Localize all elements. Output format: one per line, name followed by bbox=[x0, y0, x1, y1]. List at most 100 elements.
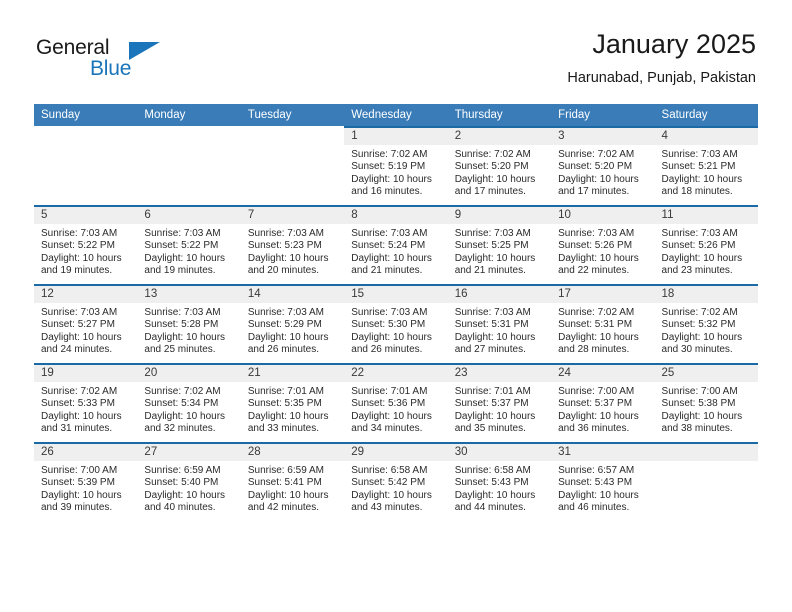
calendar-day-number: 23 bbox=[447, 365, 552, 382]
daylight-text-line1: Daylight: 10 hours bbox=[144, 410, 226, 422]
calendar-day-cell-empty bbox=[654, 442, 758, 521]
calendar-day-cell[interactable]: 24 Sunrise: 7:00 AM Sunset: 5:37 PM Dayligh… bbox=[551, 363, 655, 442]
calendar-day-details: Sunrise: 7:01 AM Sunset: 5:37 PM Daylight:… bbox=[448, 382, 551, 435]
calendar-table: Sunday Monday Tuesday Wednesday Thursday… bbox=[34, 104, 758, 521]
calendar-day-number: 13 bbox=[137, 286, 241, 303]
sunrise-text: Sunrise: 7:01 AM bbox=[247, 386, 324, 397]
sunset-text: Sunset: 5:40 PM bbox=[144, 477, 219, 489]
sunset-text: Sunset: 5:30 PM bbox=[351, 319, 426, 331]
daylight-text-line1: Daylight: 10 hours bbox=[351, 252, 432, 264]
daylight-text-line2: and 36 minutes. bbox=[558, 422, 630, 434]
sunset-text: Sunset: 5:32 PM bbox=[661, 319, 736, 331]
calendar-cell: 16 Sunrise: 7:03 AM Sunset: 5:31 PM Dayligh… bbox=[447, 284, 552, 363]
calendar-day-number: 4 bbox=[654, 128, 758, 145]
sunrise-text: Sunrise: 7:02 AM bbox=[351, 149, 428, 160]
calendar-day-cell[interactable]: 1 Sunrise: 7:02 AM Sunset: 5:19 PM Daylight… bbox=[344, 126, 448, 205]
calendar-day-number: 3 bbox=[551, 128, 655, 145]
calendar-day-details: Sunrise: 7:03 AM Sunset: 5:25 PM Daylight:… bbox=[448, 224, 551, 277]
calendar-day-number: 6 bbox=[137, 207, 241, 224]
daylight-text-line2: and 20 minutes. bbox=[247, 264, 320, 276]
daylight-text-line1: Daylight: 10 hours bbox=[41, 252, 122, 264]
calendar-cell: 5 Sunrise: 7:03 AM Sunset: 5:22 PM Daylight… bbox=[34, 205, 138, 284]
daylight-text-line2: and 19 minutes. bbox=[41, 264, 113, 276]
calendar-day-cell[interactable]: 10 Sunrise: 7:03 AM Sunset: 5:26 PM Dayligh… bbox=[551, 205, 655, 284]
calendar-day-cell[interactable]: 11 Sunrise: 7:03 AM Sunset: 5:26 PM Dayligh… bbox=[654, 205, 758, 284]
calendar-day-details: Sunrise: 7:00 AM Sunset: 5:39 PM Daylight:… bbox=[34, 461, 137, 514]
calendar-day-details: Sunrise: 7:03 AM Sunset: 5:26 PM Daylight:… bbox=[655, 224, 758, 277]
daylight-text-line1: Daylight: 10 hours bbox=[454, 489, 536, 501]
sunset-text: Sunset: 5:37 PM bbox=[558, 398, 633, 410]
calendar-cell: 25 Sunrise: 7:00 AM Sunset: 5:38 PM Dayligh… bbox=[654, 363, 758, 442]
calendar-cell: 8 Sunrise: 7:03 AM Sunset: 5:24 PM Daylight… bbox=[344, 205, 448, 284]
calendar-cell: 6 Sunrise: 7:03 AM Sunset: 5:22 PM Daylight… bbox=[137, 205, 241, 284]
daylight-text-line1: Daylight: 10 hours bbox=[144, 331, 226, 343]
calendar-day-cell[interactable]: 22 Sunrise: 7:01 AM Sunset: 5:36 PM Dayligh… bbox=[344, 363, 448, 442]
calendar-day-cell[interactable]: 23 Sunrise: 7:01 AM Sunset: 5:37 PM Dayligh… bbox=[447, 363, 552, 442]
calendar-day-cell[interactable]: 26 Sunrise: 7:00 AM Sunset: 5:39 PM Dayligh… bbox=[34, 442, 138, 521]
calendar-cell: 29 Sunrise: 6:58 AM Sunset: 5:42 PM Dayligh… bbox=[344, 442, 448, 521]
calendar-day-cell[interactable]: 15 Sunrise: 7:03 AM Sunset: 5:30 PM Dayligh… bbox=[344, 284, 448, 363]
calendar-cell: 7 Sunrise: 7:03 AM Sunset: 5:23 PM Daylight… bbox=[240, 205, 345, 284]
daylight-text-line1: Daylight: 10 hours bbox=[558, 331, 639, 343]
calendar-day-cell[interactable]: 5 Sunrise: 7:03 AM Sunset: 5:22 PM Daylight… bbox=[34, 205, 138, 284]
daylight-text-line2: and 35 minutes. bbox=[454, 422, 526, 434]
sunset-text: Sunset: 5:27 PM bbox=[41, 319, 115, 331]
sunrise-text: Sunrise: 7:02 AM bbox=[558, 149, 635, 160]
calendar-day-cell[interactable]: 16 Sunrise: 7:03 AM Sunset: 5:31 PM Dayligh… bbox=[447, 284, 552, 363]
calendar-day-cell[interactable]: 13 Sunrise: 7:03 AM Sunset: 5:28 PM Dayligh… bbox=[137, 284, 241, 363]
calendar-day-cell[interactable]: 18 Sunrise: 7:02 AM Sunset: 5:32 PM Dayligh… bbox=[654, 284, 758, 363]
sunrise-text: Sunrise: 7:02 AM bbox=[558, 307, 635, 318]
weekday-header-wednesday: Wednesday bbox=[344, 104, 448, 126]
daylight-text-line2: and 24 minutes. bbox=[41, 343, 113, 355]
daylight-text-line1: Daylight: 10 hours bbox=[661, 173, 743, 185]
calendar-day-cell[interactable]: 21 Sunrise: 7:01 AM Sunset: 5:35 PM Dayligh… bbox=[240, 363, 345, 442]
calendar-day-cell[interactable]: 17 Sunrise: 7:02 AM Sunset: 5:31 PM Dayligh… bbox=[551, 284, 655, 363]
daylight-text-line2: and 18 minutes. bbox=[661, 185, 733, 197]
sunset-text: Sunset: 5:41 PM bbox=[247, 477, 322, 489]
calendar-day-details: Sunrise: 7:01 AM Sunset: 5:36 PM Daylight:… bbox=[344, 382, 447, 435]
calendar-cell: 31 Sunrise: 6:57 AM Sunset: 5:43 PM Dayligh… bbox=[551, 442, 655, 521]
calendar-day-cell[interactable]: 8 Sunrise: 7:03 AM Sunset: 5:24 PM Daylight… bbox=[344, 205, 448, 284]
calendar-day-number: 31 bbox=[551, 444, 655, 461]
calendar-day-number: 7 bbox=[240, 207, 345, 224]
sunset-text: Sunset: 5:38 PM bbox=[661, 398, 736, 410]
sunrise-text: Sunrise: 7:02 AM bbox=[661, 307, 738, 318]
calendar-day-cell[interactable]: 2 Sunrise: 7:02 AM Sunset: 5:20 PM Daylight… bbox=[447, 126, 552, 205]
calendar-day-cell[interactable]: 14 Sunrise: 7:03 AM Sunset: 5:29 PM Dayligh… bbox=[240, 284, 345, 363]
calendar-day-cell[interactable]: 20 Sunrise: 7:02 AM Sunset: 5:34 PM Dayligh… bbox=[137, 363, 241, 442]
calendar-day-details: Sunrise: 6:59 AM Sunset: 5:40 PM Daylight:… bbox=[137, 461, 240, 514]
triangle-icon bbox=[129, 42, 160, 60]
calendar-day-cell[interactable]: 4 Sunrise: 7:03 AM Sunset: 5:21 PM Daylight… bbox=[654, 126, 758, 205]
general-blue-logo[interactable]: General Blue bbox=[36, 36, 166, 86]
calendar-day-cell[interactable]: 25 Sunrise: 7:00 AM Sunset: 5:38 PM Dayligh… bbox=[654, 363, 758, 442]
daylight-text-line1: Daylight: 10 hours bbox=[661, 331, 743, 343]
calendar-day-cell[interactable]: 28 Sunrise: 6:59 AM Sunset: 5:41 PM Dayligh… bbox=[240, 442, 345, 521]
calendar-day-cell[interactable]: 9 Sunrise: 7:03 AM Sunset: 5:25 PM Daylight… bbox=[447, 205, 552, 284]
daylight-text-line2: and 42 minutes. bbox=[247, 501, 320, 513]
weekday-header-friday: Friday bbox=[551, 104, 655, 126]
calendar-day-details: Sunrise: 7:02 AM Sunset: 5:19 PM Daylight:… bbox=[344, 145, 447, 198]
calendar-day-cell[interactable]: 6 Sunrise: 7:03 AM Sunset: 5:22 PM Daylight… bbox=[137, 205, 241, 284]
calendar-day-cell[interactable]: 30 Sunrise: 6:58 AM Sunset: 5:43 PM Dayligh… bbox=[447, 442, 552, 521]
calendar-day-cell[interactable]: 3 Sunrise: 7:02 AM Sunset: 5:20 PM Daylight… bbox=[551, 126, 655, 205]
calendar-day-cell[interactable]: 19 Sunrise: 7:02 AM Sunset: 5:33 PM Dayligh… bbox=[34, 363, 138, 442]
calendar-cell: 28 Sunrise: 6:59 AM Sunset: 5:41 PM Dayligh… bbox=[240, 442, 345, 521]
calendar-day-cell[interactable]: 7 Sunrise: 7:03 AM Sunset: 5:23 PM Daylight… bbox=[240, 205, 345, 284]
calendar-day-details: Sunrise: 7:03 AM Sunset: 5:23 PM Daylight:… bbox=[241, 224, 344, 277]
daylight-text-line2: and 17 minutes. bbox=[454, 185, 526, 197]
calendar-day-cell[interactable]: 12 Sunrise: 7:03 AM Sunset: 5:27 PM Dayligh… bbox=[34, 284, 138, 363]
daylight-text-line1: Daylight: 10 hours bbox=[454, 410, 536, 422]
calendar-day-details: Sunrise: 6:59 AM Sunset: 5:41 PM Daylight:… bbox=[241, 461, 344, 514]
calendar-cell: 19 Sunrise: 7:02 AM Sunset: 5:33 PM Dayligh… bbox=[34, 363, 138, 442]
calendar-day-cell[interactable]: 29 Sunrise: 6:58 AM Sunset: 5:42 PM Dayligh… bbox=[344, 442, 448, 521]
calendar-day-cell[interactable]: 31 Sunrise: 6:57 AM Sunset: 5:43 PM Dayligh… bbox=[551, 442, 655, 521]
sunset-text: Sunset: 5:20 PM bbox=[558, 161, 633, 173]
calendar-day-details: Sunrise: 7:03 AM Sunset: 5:22 PM Daylight:… bbox=[137, 224, 240, 277]
calendar-cell: 26 Sunrise: 7:00 AM Sunset: 5:39 PM Dayligh… bbox=[34, 442, 138, 521]
calendar-day-cell[interactable]: 27 Sunrise: 6:59 AM Sunset: 5:40 PM Dayligh… bbox=[137, 442, 241, 521]
daylight-text-line2: and 38 minutes. bbox=[661, 422, 733, 434]
calendar-day-number: 24 bbox=[551, 365, 655, 382]
sunset-text: Sunset: 5:33 PM bbox=[41, 398, 115, 410]
calendar-day-number: 28 bbox=[240, 444, 345, 461]
daylight-text-line1: Daylight: 10 hours bbox=[558, 173, 639, 185]
